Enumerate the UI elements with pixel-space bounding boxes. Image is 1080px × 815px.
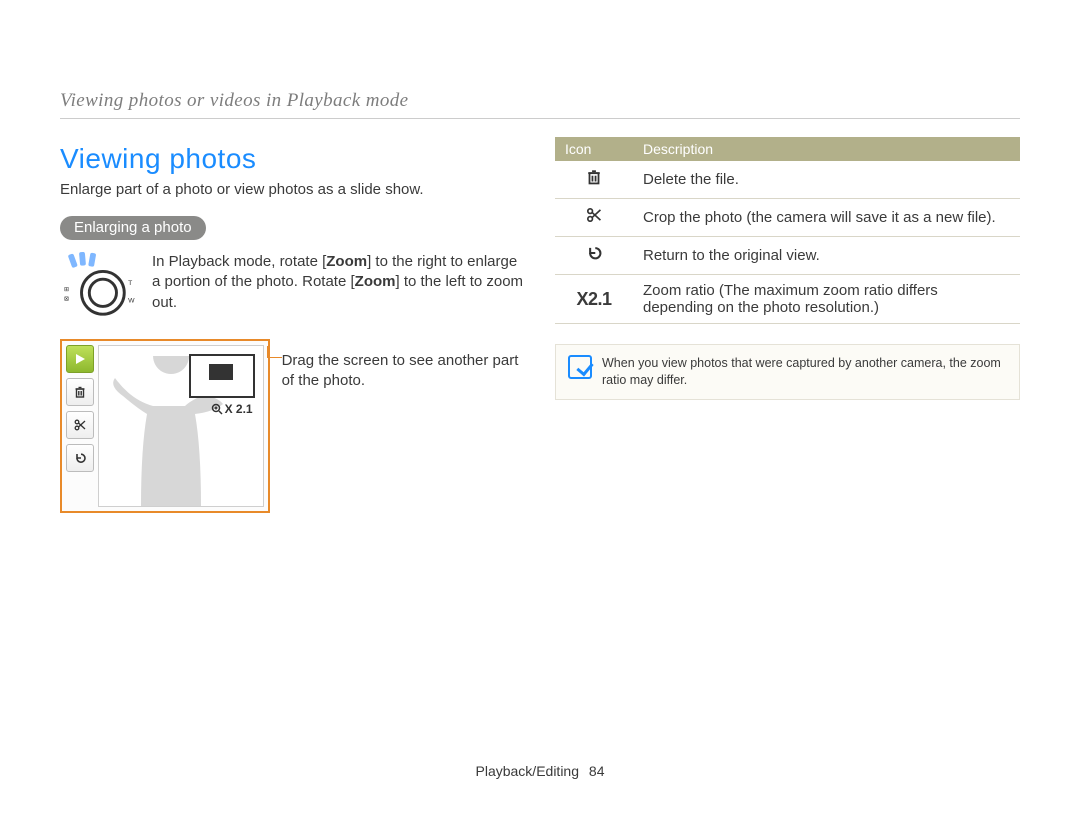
trash-icon[interactable] [66,378,94,406]
table-head-description: Description [633,137,1020,161]
footer-chapter: Playback/Editing [476,763,580,779]
table-row: X2.1 Zoom ratio (The maximum zoom ratio … [555,275,1020,324]
zoom-ratio-label: X2.1 [555,275,633,324]
text: In Playback mode, rotate [152,253,322,270]
photo-viewport[interactable]: X 2.1 [98,345,264,507]
zoom-instruction: In Playback mode, rotate [Zoom] to the r… [152,252,525,313]
table-cell-description: Delete the file. [633,161,1020,199]
table-row: Delete the file. [555,161,1020,199]
scissors-icon [555,199,633,237]
svg-text:W: W [128,298,135,305]
navigator-box[interactable] [189,354,255,398]
table-cell-description: Crop the photo (the camera will save it … [633,199,1020,237]
return-icon[interactable] [66,444,94,472]
section-title: Viewing photos [60,143,525,175]
breadcrumb-header: Viewing photos or videos in Playback mod… [60,90,1020,119]
svg-text:⊞: ⊞ [64,287,69,293]
page-footer: Playback/Editing 84 [0,763,1080,779]
return-icon [555,237,633,275]
note-check-icon [568,355,592,379]
table-head-icon: Icon [555,137,633,161]
footer-page-number: 84 [589,763,605,779]
table-row: Return to the original view. [555,237,1020,275]
table-cell-description: Return to the original view. [633,237,1020,275]
svg-text:⊠: ⊠ [64,297,69,303]
scissors-icon[interactable] [66,411,94,439]
leader-line [268,357,282,359]
magnifier-icon [211,403,223,415]
zoom-ratio-text: X 2.1 [225,402,253,416]
drag-annotation-text: Drag the screen to see another part of t… [282,352,519,389]
play-icon[interactable] [66,345,94,373]
section-intro: Enlarge part of a photo or view photos a… [60,181,525,198]
zoom-dial-illustration: ⊞ ⊠ T W [60,252,138,325]
icon-description-table: Icon Description Delete the file. [555,137,1020,324]
table-row: Crop the photo (the camera will save it … [555,199,1020,237]
info-note: When you view photos that were captured … [555,344,1020,400]
svg-text:T: T [128,280,132,287]
zoom-label-bold: Zoom [355,273,396,290]
table-cell-description: Zoom ratio (The maximum zoom ratio diffe… [633,275,1020,324]
zoom-ratio-badge: X 2.1 [211,402,253,416]
trash-icon [555,161,633,199]
navigator-viewport-indicator [209,364,233,380]
zoom-label-bold: Zoom [326,253,367,270]
drag-annotation: Drag the screen to see another part of t… [282,339,525,392]
note-text: When you view photos that were captured … [602,355,1007,389]
subheading-pill: Enlarging a photo [60,216,206,240]
camera-screen-illustration: X 2.1 [60,339,270,513]
